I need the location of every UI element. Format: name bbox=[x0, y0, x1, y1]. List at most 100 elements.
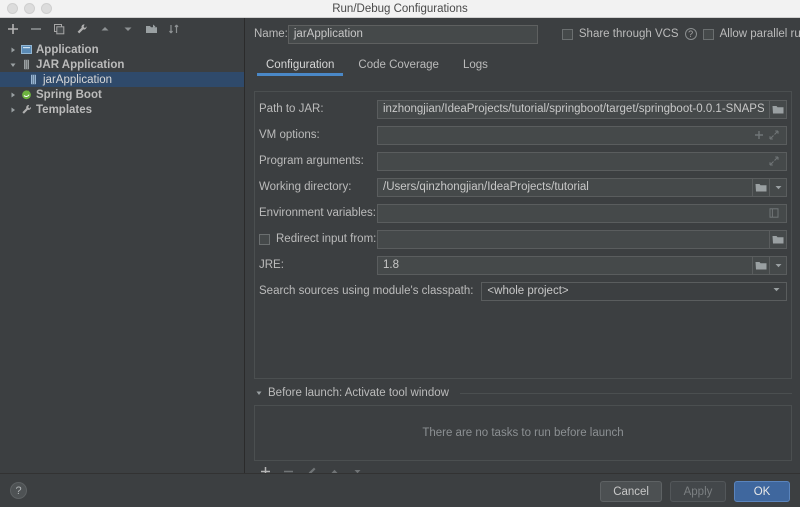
sort-icon[interactable] bbox=[167, 22, 181, 36]
arrow-up-icon[interactable] bbox=[98, 22, 112, 36]
working-directory-label: Working directory: bbox=[259, 181, 352, 193]
jar-icon bbox=[21, 59, 32, 70]
tab-logs[interactable]: Logs bbox=[451, 59, 500, 76]
vm-options-label: VM options: bbox=[259, 129, 320, 141]
tree-item-application[interactable]: Application bbox=[0, 42, 244, 57]
redirect-input-checkbox-group: Redirect input from: bbox=[259, 233, 377, 245]
share-through-vcs-help-icon[interactable]: ? bbox=[684, 28, 697, 40]
working-directory-dropdown-button[interactable] bbox=[770, 177, 787, 197]
vm-options-row: VM options: bbox=[259, 125, 787, 145]
share-through-vcs-label: Share through VCS bbox=[578, 28, 679, 40]
working-directory-value: /Users/qinzhongjian/IdeaProjects/tutoria… bbox=[383, 180, 589, 193]
tree-item-label: Templates bbox=[36, 103, 93, 116]
search-sources-row: Search sources using module's classpath:… bbox=[259, 281, 787, 301]
tree-item-spring-boot[interactable]: Spring Boot bbox=[0, 87, 244, 102]
help-button[interactable]: ? bbox=[10, 482, 27, 499]
chevron-right-icon[interactable] bbox=[8, 105, 17, 114]
search-sources-label: Search sources using module's classpath: bbox=[259, 285, 474, 297]
jre-row: JRE: 1.8 bbox=[259, 255, 787, 275]
search-sources-dropdown[interactable]: <whole project> bbox=[481, 281, 787, 301]
tab-configuration[interactable]: Configuration bbox=[254, 59, 346, 76]
path-to-jar-label: Path to JAR: bbox=[259, 103, 324, 115]
tree-item-jar-application[interactable]: JAR Application bbox=[0, 57, 244, 72]
path-to-jar-input[interactable]: inzhongjian/IdeaProjects/tutorial/spring… bbox=[377, 99, 770, 119]
tree-item-jarapplication[interactable]: jarApplication bbox=[0, 72, 244, 87]
tab-code-coverage[interactable]: Code Coverage bbox=[346, 59, 451, 76]
chevron-down-icon[interactable] bbox=[772, 283, 781, 300]
dialog-buttons: Cancel Apply OK bbox=[600, 481, 790, 502]
configurations-tree[interactable]: Application JAR Application jarApplicati… bbox=[0, 40, 244, 117]
cancel-button[interactable]: Cancel bbox=[600, 481, 662, 502]
before-launch-header[interactable]: Before launch: Activate tool window bbox=[254, 386, 792, 400]
chevron-down-icon[interactable] bbox=[254, 389, 263, 398]
name-row-options: Share through VCS ? Allow parallel run bbox=[561, 28, 800, 40]
search-sources-value: <whole project> bbox=[487, 284, 569, 297]
redirect-input-row: Redirect input from: bbox=[259, 229, 787, 249]
working-directory-browse-button[interactable] bbox=[753, 177, 770, 197]
environment-variables-label: Environment variables: bbox=[259, 207, 376, 219]
jre-input[interactable]: 1.8 bbox=[377, 255, 753, 275]
chevron-right-icon[interactable] bbox=[8, 90, 17, 99]
before-launch-section: Before launch: Activate tool window Ther… bbox=[254, 386, 792, 481]
jar-icon bbox=[28, 74, 39, 85]
path-to-jar-browse-button[interactable] bbox=[770, 99, 787, 119]
tree-item-templates[interactable]: Templates bbox=[0, 102, 244, 117]
program-arguments-expand-icon[interactable] bbox=[766, 156, 781, 166]
environment-variables-row: Environment variables: bbox=[259, 203, 787, 223]
configurations-left-panel: Application JAR Application jarApplicati… bbox=[0, 18, 245, 473]
program-arguments-input[interactable] bbox=[377, 151, 787, 171]
chevron-right-icon[interactable] bbox=[8, 45, 17, 54]
chevron-down-icon[interactable] bbox=[8, 60, 17, 69]
name-label: Name: bbox=[254, 28, 288, 40]
editor-tabs: Configuration Code Coverage Logs bbox=[254, 52, 800, 76]
jre-dropdown-button[interactable] bbox=[770, 255, 787, 275]
tree-item-label: Spring Boot bbox=[36, 88, 102, 101]
tree-item-label: Application bbox=[36, 43, 99, 56]
working-directory-input[interactable]: /Users/qinzhongjian/IdeaProjects/tutoria… bbox=[377, 177, 753, 197]
apply-button[interactable]: Apply bbox=[670, 481, 726, 502]
program-arguments-label: Program arguments: bbox=[259, 155, 364, 167]
jre-value: 1.8 bbox=[383, 258, 399, 271]
allow-parallel-run-label: Allow parallel run bbox=[719, 28, 800, 40]
run-debug-configurations-dialog: Run/Debug Configurations Application JAR… bbox=[0, 0, 800, 507]
dialog-footer: ? Cancel Apply OK bbox=[0, 473, 800, 507]
folder-icon[interactable] bbox=[144, 22, 158, 36]
program-arguments-row: Program arguments: bbox=[259, 151, 787, 171]
allow-parallel-run-checkbox[interactable] bbox=[702, 28, 714, 40]
redirect-input-field[interactable] bbox=[377, 229, 770, 249]
vm-options-input[interactable] bbox=[377, 125, 787, 145]
working-directory-row: Working directory: /Users/qinzhongjian/I… bbox=[259, 177, 787, 197]
before-launch-title: Before launch: Activate tool window bbox=[268, 387, 449, 399]
jre-browse-button[interactable] bbox=[753, 255, 770, 275]
redirect-input-browse-button[interactable] bbox=[770, 229, 787, 249]
share-through-vcs-checkbox[interactable] bbox=[561, 28, 573, 40]
jre-label: JRE: bbox=[259, 259, 284, 271]
application-icon bbox=[21, 44, 32, 55]
ok-button[interactable]: OK bbox=[734, 481, 790, 502]
before-launch-empty-message: There are no tasks to run before launch bbox=[422, 427, 624, 439]
configuration-fields-area: Path to JAR: inzhongjian/IdeaProjects/tu… bbox=[254, 91, 792, 379]
vm-options-add-macro-icon[interactable] bbox=[751, 130, 766, 140]
redirect-input-checkbox[interactable] bbox=[259, 233, 270, 245]
tree-item-label: JAR Application bbox=[36, 58, 125, 71]
spring-boot-icon bbox=[21, 89, 32, 100]
copy-icon[interactable] bbox=[52, 22, 66, 36]
configurations-toolbar bbox=[0, 18, 244, 40]
environment-variables-input[interactable] bbox=[377, 203, 787, 223]
path-to-jar-value: inzhongjian/IdeaProjects/tutorial/spring… bbox=[383, 102, 764, 115]
wrench-icon[interactable] bbox=[75, 22, 89, 36]
plus-icon[interactable] bbox=[6, 22, 20, 36]
tree-item-label: jarApplication bbox=[43, 73, 113, 86]
arrow-down-icon[interactable] bbox=[121, 22, 135, 36]
before-launch-divider bbox=[459, 392, 792, 394]
redirect-input-label: Redirect input from: bbox=[276, 233, 377, 245]
vm-options-expand-icon[interactable] bbox=[766, 130, 781, 140]
name-input[interactable]: jarApplication bbox=[287, 24, 538, 44]
name-row: Name: jarApplication Share through VCS ?… bbox=[254, 24, 800, 44]
path-to-jar-row: Path to JAR: inzhongjian/IdeaProjects/tu… bbox=[259, 99, 787, 119]
minus-icon[interactable] bbox=[29, 22, 43, 36]
window-titlebar: Run/Debug Configurations bbox=[0, 0, 800, 18]
window-title: Run/Debug Configurations bbox=[332, 2, 468, 15]
before-launch-task-list[interactable]: There are no tasks to run before launch bbox=[254, 405, 792, 461]
environment-variables-browse-icon[interactable] bbox=[766, 208, 781, 218]
